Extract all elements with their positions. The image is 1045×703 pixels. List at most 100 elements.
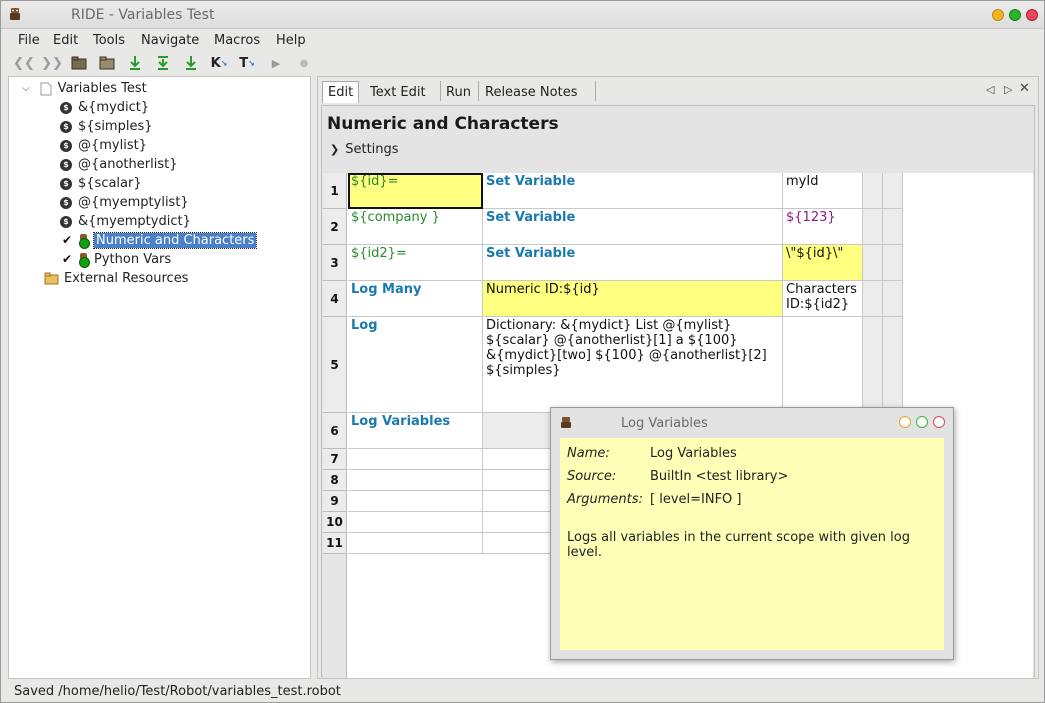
minimize-button[interactable] bbox=[992, 9, 1004, 21]
grid-cell[interactable] bbox=[883, 209, 903, 245]
tab-run[interactable]: Run bbox=[441, 81, 476, 103]
grid-cell[interactable]: Log Variables bbox=[348, 413, 483, 449]
tree-variable[interactable]: $ @{anotherlist} bbox=[60, 155, 177, 174]
checkbox-checked-icon[interactable]: ✔ bbox=[62, 253, 75, 266]
close-button[interactable] bbox=[1026, 9, 1038, 21]
variable-label: @{anotherlist} bbox=[78, 157, 178, 172]
row-header[interactable]: 4 bbox=[323, 281, 347, 317]
open-directory-icon[interactable] bbox=[98, 54, 116, 72]
popup-maximize-button[interactable] bbox=[916, 416, 928, 428]
grid-cell[interactable] bbox=[348, 533, 483, 554]
row-header[interactable]: 2 bbox=[323, 209, 347, 245]
tree-external-resources[interactable]: External Resources bbox=[44, 269, 188, 288]
grid-cell[interactable]: ${id2}= bbox=[348, 245, 483, 281]
settings-label: Settings bbox=[345, 142, 399, 157]
external-resources-label: External Resources bbox=[64, 271, 189, 286]
row-header[interactable]: 10 bbox=[323, 512, 347, 533]
new-test-icon[interactable] bbox=[126, 54, 144, 72]
grid-cell[interactable]: ${id}= bbox=[348, 173, 483, 209]
tab-close-icon[interactable]: ✕ bbox=[1019, 81, 1030, 96]
keyword-details-popup[interactable]: Log Variables Name: Log Variables Source… bbox=[550, 407, 954, 660]
tree-variable[interactable]: $ &{myemptydict} bbox=[60, 212, 191, 231]
tree-root-label: Variables Test bbox=[57, 81, 147, 96]
open-icon[interactable] bbox=[70, 54, 88, 72]
tab-scroll-right-icon[interactable]: ▷ bbox=[1004, 83, 1012, 96]
row-header[interactable]: 8 bbox=[323, 470, 347, 491]
popup-minimize-button[interactable] bbox=[899, 416, 911, 428]
variable-icon: $ bbox=[60, 139, 72, 152]
ride-window: RIDE - Variables Test File Edit Tools Na… bbox=[0, 0, 1045, 703]
grid-cell[interactable]: Set Variable bbox=[483, 245, 783, 281]
grid-cell[interactable] bbox=[783, 317, 863, 413]
grid-cell[interactable] bbox=[863, 281, 883, 317]
new-keyword-icon[interactable] bbox=[154, 54, 172, 72]
status-bar: Saved /home/helio/Test/Robot/variables_t… bbox=[14, 684, 341, 699]
row-header[interactable]: 11 bbox=[323, 533, 347, 554]
grid-cell[interactable] bbox=[863, 317, 883, 413]
chevron-down-icon[interactable]: ⌵ bbox=[22, 83, 30, 94]
row-header[interactable]: 7 bbox=[323, 449, 347, 470]
grid-cell[interactable]: Dictionary: &{mydict} List @{mylist} ${s… bbox=[483, 317, 783, 413]
tree-variable[interactable]: $ ${scalar} bbox=[60, 174, 142, 193]
settings-toggle[interactable]: ❯ Settings bbox=[330, 142, 399, 157]
popup-close-button[interactable] bbox=[933, 416, 945, 428]
grid-cell[interactable]: Log Many bbox=[348, 281, 483, 317]
text-search-icon[interactable]: T ↘ bbox=[238, 54, 256, 72]
row-header[interactable]: 3 bbox=[323, 245, 347, 281]
row-header[interactable]: 1 bbox=[323, 173, 347, 209]
grid-cell[interactable] bbox=[863, 245, 883, 281]
grid-cell[interactable] bbox=[883, 317, 903, 413]
grid-cell[interactable] bbox=[883, 173, 903, 209]
tree-variable[interactable]: $ @{mylist} bbox=[60, 136, 147, 155]
tree-test-numeric-and-characters[interactable]: ✔ Numeric and Characters bbox=[62, 231, 258, 250]
tree-test-python-vars[interactable]: ✔ Python Vars bbox=[62, 250, 171, 269]
grid-cell[interactable]: \"${id}\" bbox=[783, 245, 863, 281]
menu-edit[interactable]: Edit bbox=[53, 33, 78, 48]
row-header[interactable]: 6 bbox=[323, 413, 347, 449]
back-icon[interactable]: ❮❮ bbox=[13, 54, 35, 72]
tree-variable[interactable]: $ @{myemptylist} bbox=[60, 193, 189, 212]
grid-cell[interactable]: myId bbox=[783, 173, 863, 209]
grid-cell[interactable]: Numeric ID:${id} bbox=[483, 281, 783, 317]
forward-icon[interactable]: ❯❯ bbox=[41, 54, 63, 72]
grid-cell[interactable] bbox=[348, 491, 483, 512]
tab-scroll-left-icon[interactable]: ◁ bbox=[986, 83, 994, 96]
ride-robot-icon bbox=[561, 417, 571, 428]
stop-icon[interactable]: ● bbox=[295, 54, 313, 72]
grid-cell[interactable]: Log bbox=[348, 317, 483, 413]
grid-cell[interactable] bbox=[348, 449, 483, 470]
grid-cell[interactable] bbox=[348, 470, 483, 491]
tab-text-edit[interactable]: Text Edit bbox=[365, 81, 431, 103]
grid-cell[interactable] bbox=[863, 209, 883, 245]
menu-tools[interactable]: Tools bbox=[93, 33, 125, 48]
maximize-button[interactable] bbox=[1009, 9, 1021, 21]
tree-variable[interactable]: $ ${simples} bbox=[60, 117, 153, 136]
project-tree[interactable]: ⌵ Variables Test $ &{mydict} $ ${simples… bbox=[8, 76, 311, 679]
row-header[interactable]: 5 bbox=[323, 317, 347, 413]
checkbox-checked-icon[interactable]: ✔ bbox=[62, 234, 75, 247]
grid-cell[interactable] bbox=[863, 173, 883, 209]
grid-cell[interactable] bbox=[348, 512, 483, 533]
save-icon[interactable] bbox=[182, 54, 200, 72]
grid-cell[interactable]: ${company } bbox=[348, 209, 483, 245]
tab-edit[interactable]: Edit bbox=[322, 81, 360, 103]
menu-navigate[interactable]: Navigate bbox=[141, 33, 199, 48]
tree-variable[interactable]: $ &{mydict} bbox=[60, 98, 149, 117]
source-label: Source: bbox=[567, 469, 617, 484]
menu-macros[interactable]: Macros bbox=[214, 33, 260, 48]
grid-cell[interactable]: Set Variable bbox=[483, 209, 783, 245]
name-label: Name: bbox=[567, 446, 610, 461]
grid-cell[interactable] bbox=[883, 281, 903, 317]
row-header[interactable]: 9 bbox=[323, 491, 347, 512]
run-icon[interactable]: ▶ bbox=[267, 54, 285, 72]
grid-cell[interactable]: Characters ID:${id2} bbox=[783, 281, 863, 317]
menu-help[interactable]: Help bbox=[276, 33, 306, 48]
menu-file[interactable]: File bbox=[18, 33, 40, 48]
grid-cell[interactable]: ${123} bbox=[783, 209, 863, 245]
grid-cell[interactable]: Set Variable bbox=[483, 173, 783, 209]
cell-line: Characters bbox=[786, 282, 857, 297]
tree-root[interactable]: ⌵ Variables Test bbox=[22, 79, 147, 98]
grid-cell[interactable] bbox=[883, 245, 903, 281]
keyword-search-icon[interactable]: K ↘ bbox=[210, 54, 228, 72]
tab-release-notes[interactable]: Release Notes bbox=[480, 81, 582, 103]
